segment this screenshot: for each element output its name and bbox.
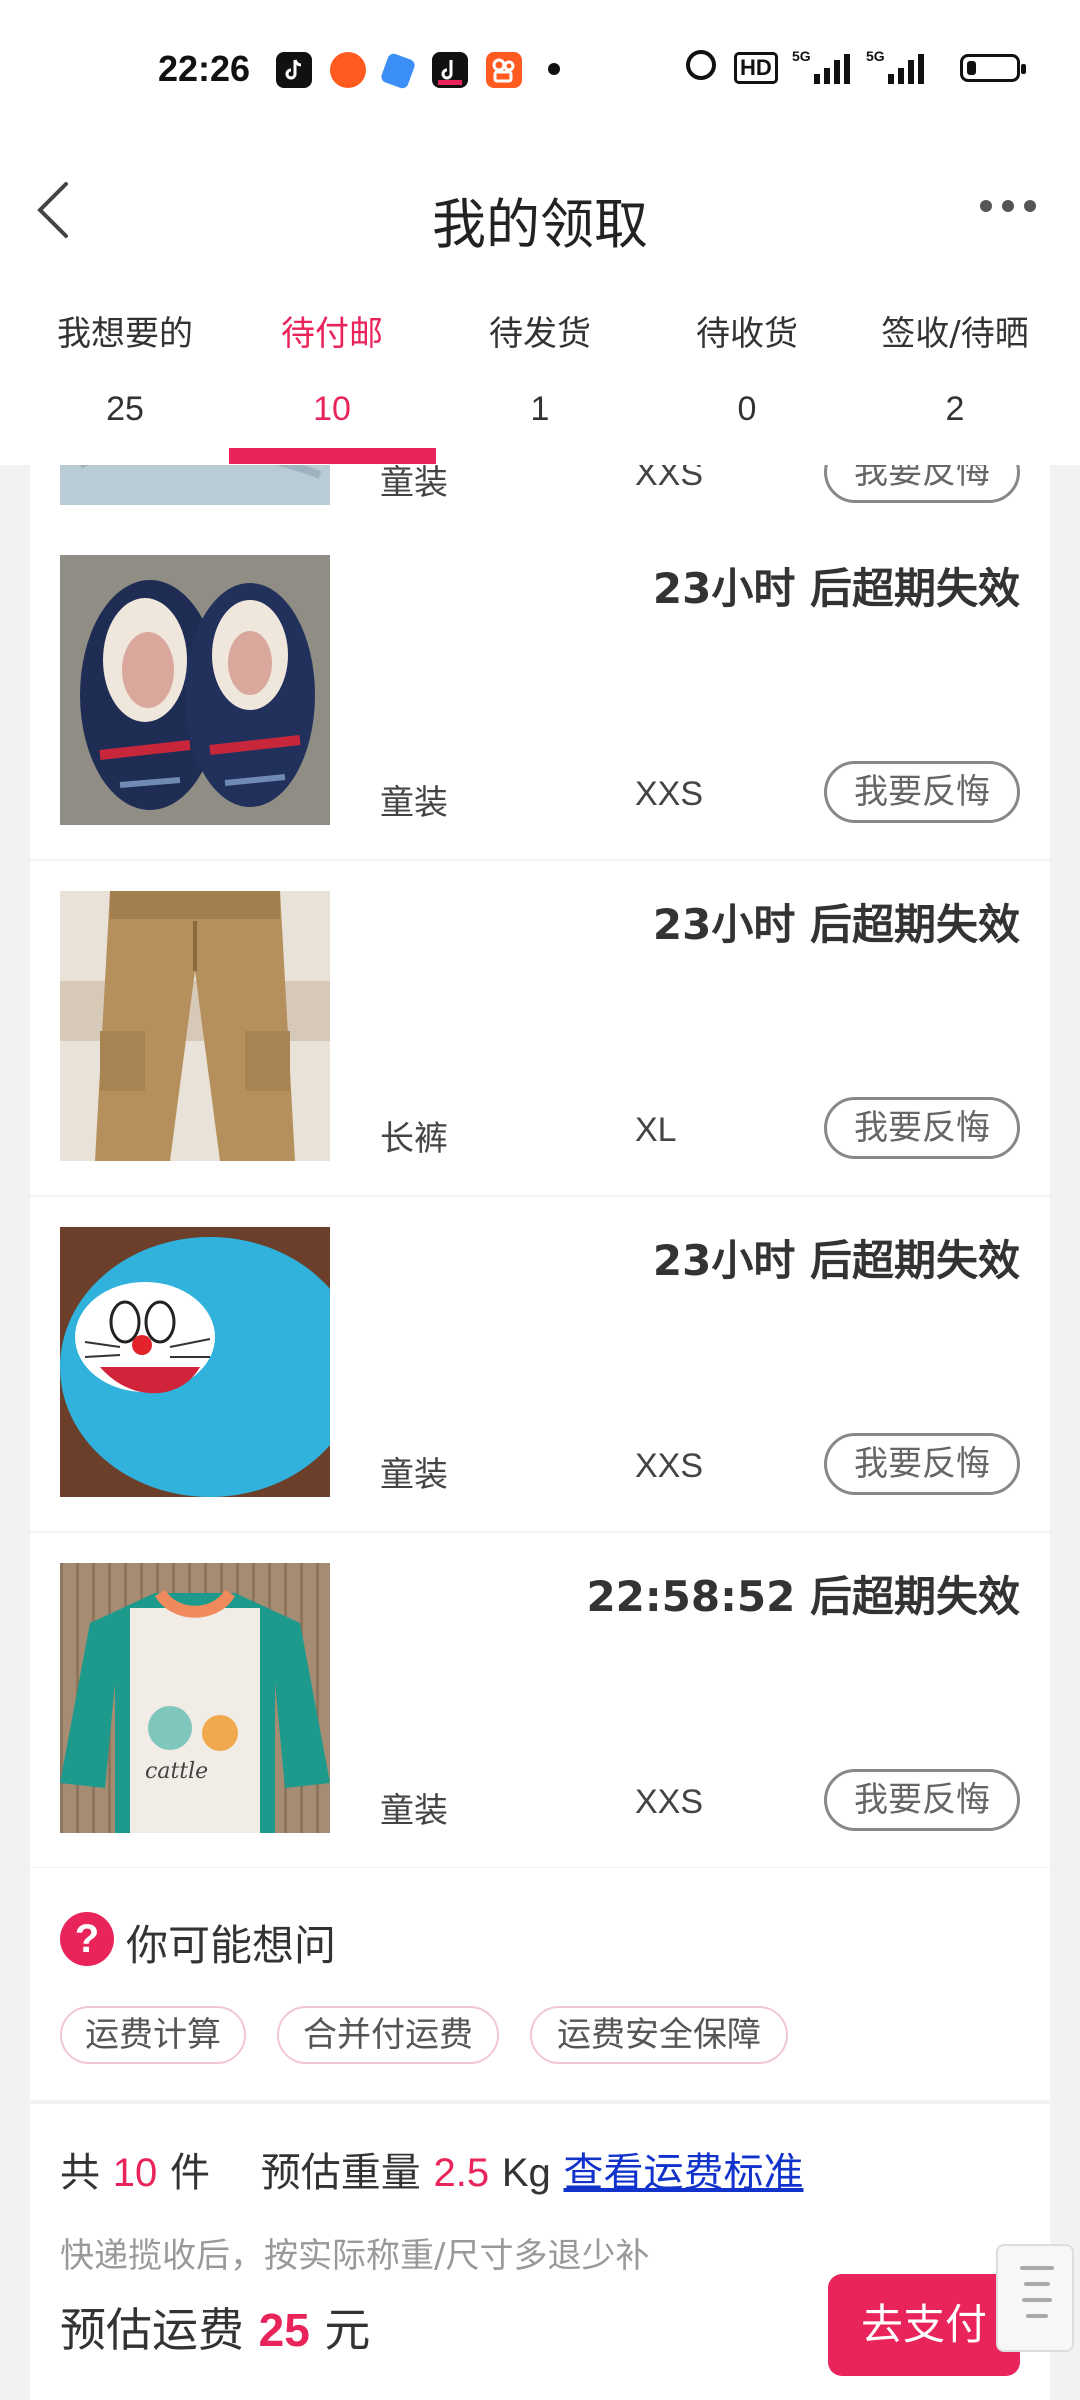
item-category: 长裤 [380,1119,448,1159]
status-time: 22:26 [158,48,251,89]
item-size: XXS [635,465,704,493]
list-item[interactable]: 23小时 后超期失效 童装 XXS 我要反悔 [30,525,1050,859]
expiry-countdown: 22:58:52 后超期失效 [586,1572,1020,1621]
claimed-items-list[interactable]: 童装 XXS 我要反悔 23小时 后超期失效 童装 XXS 我要反悔 23小时 … [30,465,1050,1868]
tab-label: 待付邮 [281,314,383,354]
fee-unit: 元 [324,2303,371,2357]
tab-label: 签收/待晒 [881,314,1029,354]
fee-label: 预估运费 [60,2303,244,2357]
faq-chip-shipping-calc[interactable]: 运费计算 [60,2006,246,2064]
battery-icon [960,54,1026,82]
scroll-to-top-icon[interactable] [996,2244,1074,2352]
tab-count: 25 [106,390,144,428]
douyin-icon [276,52,312,88]
checkout-bar: 共 10 件 预估重量 2.5 Kg 查看运费标准 快递揽收后，按实际称重/尺寸… [30,2104,1050,2400]
shipping-standard-link[interactable]: 查看运费标准 [564,2150,804,2196]
item-size: XXS [635,1783,704,1821]
regret-button[interactable]: 我要反悔 [824,761,1020,823]
regret-button[interactable]: 我要反悔 [824,1433,1020,1495]
list-item[interactable]: 23小时 后超期失效 童装 XXS 我要反悔 [30,1197,1050,1531]
tab-count: 0 [737,390,757,428]
shipping-note: 快递揽收后，按实际称重/尺寸多退少补 [60,2236,650,2276]
regret-button[interactable]: 我要反悔 [824,1769,1020,1831]
item-category: 童装 [380,465,448,503]
tab-received-review[interactable]: 签收/待晒 2 [850,280,1060,465]
item-size: XL [635,1111,677,1149]
question-icon: ? [60,1912,114,1966]
item-size: XXS [635,775,704,813]
status-indicators: HD 5G 5G [630,46,1030,92]
item-image [60,555,330,825]
tab-label: 待收货 [696,314,798,354]
signal-icon: 5G [792,48,852,84]
faq-section: ? 你可能想问 运费计算 合并付运费 运费安全保障 [30,1868,1050,2100]
tab-count: 10 [313,390,351,428]
tab-pending-postage[interactable]: 待付邮 10 [227,280,437,465]
list-item[interactable]: 23小时 后超期失效 长裤 XL 我要反悔 [30,861,1050,1195]
item-category: 童装 [380,1791,448,1831]
item-size: XXS [635,1447,704,1485]
tab-label: 我想要的 [57,314,193,354]
shirt-print-text: cattle [145,1759,208,1784]
summary-prefix: 共 [60,2150,100,2196]
tab-pending-receipt[interactable]: 待收货 0 [642,280,852,465]
tab-pending-shipment[interactable]: 待发货 1 [435,280,645,465]
estimated-fee: 预估运费 25 元 [60,2294,370,2360]
status-tabs: 我想要的 25 待付邮 10 待发货 1 待收货 0 签收/待晒 2 [0,280,1080,465]
page-title: 我的领取 [432,193,648,256]
weibo-icon [330,52,366,88]
item-category: 童装 [380,783,448,823]
alarm-icon [686,50,716,80]
pay-button[interactable]: 去支付 [828,2274,1020,2376]
item-count: 10 [112,2151,158,2195]
expiry-countdown: 23小时 后超期失效 [652,900,1020,949]
top-nav-bar: 我的领取 [0,140,1080,280]
more-options-icon[interactable] [980,200,1040,220]
weight-label: 预估重量 [260,2150,421,2196]
hd-badge: HD [734,52,778,84]
tab-label: 待发货 [489,314,591,354]
item-image [60,891,330,1161]
faq-chip-shipping-guarantee[interactable]: 运费安全保障 [530,2006,788,2064]
expiry-countdown: 23小时 后超期失效 [652,1236,1020,1285]
signal-icon-2: 5G [866,48,926,84]
kuaishou-icon [486,52,522,88]
regret-button[interactable]: 我要反悔 [824,465,1020,503]
item-count-unit: 件 [169,2150,210,2196]
tab-count: 1 [530,390,550,428]
faq-title: 你可能想问 [126,1921,337,1970]
weight-unit: Kg [501,2151,551,2195]
item-image [60,465,330,505]
tab-wanted[interactable]: 我想要的 25 [20,280,230,465]
app-icon [379,52,417,90]
order-summary: 共 10 件 预估重量 2.5 Kg 查看运费标准 [60,2140,804,2198]
douyin-lite-icon [432,52,468,88]
estimated-weight: 2.5 [433,2151,490,2195]
expiry-countdown: 23小时 后超期失效 [652,564,1020,613]
tab-count: 2 [945,390,965,428]
item-category: 童装 [380,1455,448,1495]
fee-amount: 25 [258,2304,310,2356]
regret-button[interactable]: 我要反悔 [824,1097,1020,1159]
item-image [60,1227,330,1497]
active-tab-indicator [229,448,436,464]
item-image: cattle [60,1563,330,1833]
faq-chip-combined-shipping[interactable]: 合并付运费 [277,2006,499,2064]
more-notifications-dot [548,63,560,75]
list-item[interactable]: cattle 22:58:52 后超期失效 童装 XXS 我要反悔 [30,1533,1050,1867]
status-bar: 22:26 HD 5G 5G [0,0,1080,140]
